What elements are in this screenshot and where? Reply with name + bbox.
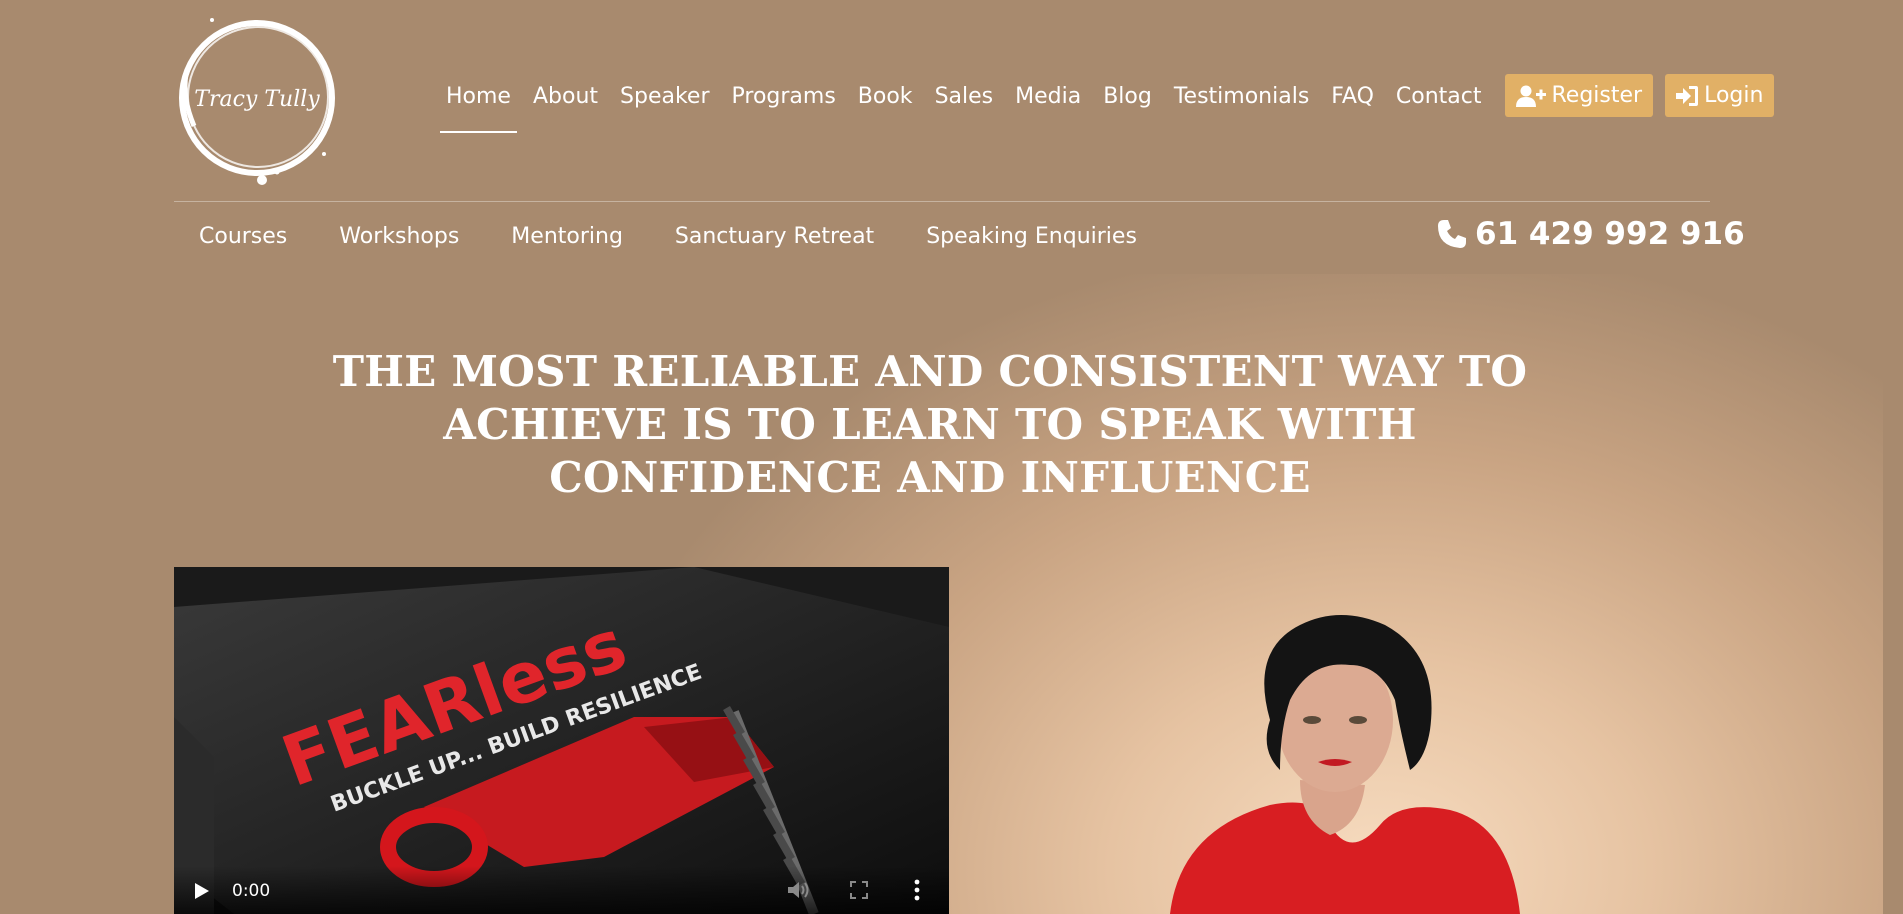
phone-icon [1438, 220, 1466, 248]
register-button[interactable]: Register [1504, 74, 1654, 117]
phone-number: 61 429 992 916 [1475, 216, 1745, 252]
nav-item-programs[interactable]: Programs [721, 74, 847, 119]
nav-item-sales[interactable]: Sales [924, 74, 1005, 119]
nav-item-home[interactable]: Home [435, 74, 522, 133]
video-poster: FEARless BUCKLE UP... BUILD RESILIENCE [174, 567, 949, 914]
subnav-item-workshops[interactable]: Workshops [313, 219, 485, 254]
site-header: Tracy Tully Home About Speaker Programs … [0, 0, 1883, 274]
nav-item-blog[interactable]: Blog [1092, 74, 1163, 119]
more-icon[interactable] [914, 879, 920, 901]
nav-item-book[interactable]: Book [847, 74, 924, 119]
login-button[interactable]: Login [1665, 74, 1775, 117]
nav-item-media[interactable]: Media [1004, 74, 1092, 119]
sub-nav: Courses Workshops Mentoring Sanctuary Re… [173, 219, 1163, 254]
subnav-item-mentoring[interactable]: Mentoring [485, 219, 649, 254]
subnav-item-sanctuary-retreat[interactable]: Sanctuary Retreat [649, 219, 900, 254]
subnav-item-courses[interactable]: Courses [173, 219, 313, 254]
nav-item-faq[interactable]: FAQ [1320, 74, 1385, 119]
subnav-item-speaking-enquiries[interactable]: Speaking Enquiries [900, 219, 1163, 254]
headline-line-3: CONFIDENCE AND INFLUENCE [549, 453, 1311, 502]
user-plus-icon [1515, 85, 1546, 107]
video-player[interactable]: FEARless BUCKLE UP... BUILD RESILIENCE 0… [174, 567, 949, 914]
main-nav: Home About Speaker Programs Book Sales M… [435, 74, 1775, 134]
sign-in-icon [1676, 85, 1699, 106]
mute-icon[interactable] [787, 880, 811, 900]
hero-headline: THE MOST RELIABLE AND CONSISTENT WAY TO … [330, 345, 1530, 504]
header-divider [174, 201, 1710, 202]
nav-item-testimonials[interactable]: Testimonials [1163, 74, 1320, 119]
logo[interactable]: Tracy Tully [172, 14, 342, 190]
fullscreen-icon[interactable] [850, 881, 868, 899]
nav-item-speaker[interactable]: Speaker [609, 74, 720, 119]
play-icon[interactable] [194, 882, 210, 900]
headline-line-2: ACHIEVE IS TO LEARN TO SPEAK WITH [443, 400, 1417, 449]
page: Tracy Tully Home About Speaker Programs … [0, 0, 1883, 914]
video-controls: 0:00 [174, 866, 949, 914]
nav-item-about[interactable]: About [522, 74, 609, 119]
logo-text: Tracy Tully [194, 87, 320, 112]
login-label: Login [1704, 83, 1764, 108]
speaker-portrait [1170, 615, 1520, 914]
headline-line-1: THE MOST RELIABLE AND CONSISTENT WAY TO [332, 347, 1528, 396]
video-time: 0:00 [232, 881, 271, 901]
nav-item-contact[interactable]: Contact [1385, 74, 1493, 119]
register-label: Register [1551, 83, 1643, 108]
phone-link[interactable]: 61 429 992 916 [1437, 216, 1745, 252]
